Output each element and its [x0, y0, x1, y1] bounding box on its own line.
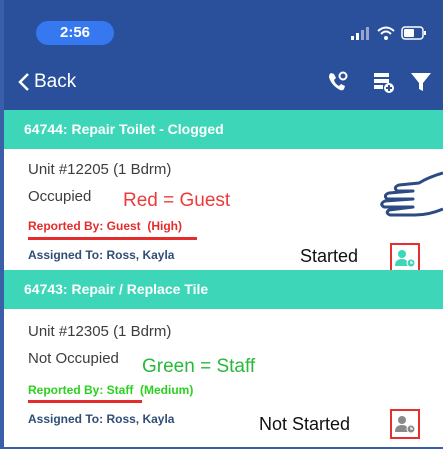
annotation-underline [28, 400, 142, 403]
filter-icon[interactable] [409, 70, 433, 94]
status-annotation: Started [300, 246, 359, 266]
annotation-text: Green = Staff [142, 356, 256, 377]
assigned-label: Assigned To: Ross, Kayla [28, 248, 175, 262]
hand-illustration [380, 171, 443, 217]
add-list-icon[interactable] [371, 70, 395, 94]
reported-by-label: Reported By: Guest (High) [28, 219, 182, 233]
annotation-underline [28, 237, 197, 240]
occupancy-label: Not Occupied [28, 350, 119, 367]
assigned-label: Assigned To: Ross, Kayla [28, 412, 175, 426]
status-annotation: Not Started [259, 414, 351, 434]
user-clock-icon [395, 250, 416, 268]
user-clock-icon [395, 416, 416, 434]
work-order-banner[interactable]: 64744: Repair Toilet - Clogged [4, 110, 443, 149]
unit-label: Unit #12205 (1 Bdrm) [28, 161, 172, 178]
priority-text: (Medium) [140, 383, 194, 397]
back-label: Back [34, 71, 77, 92]
annotation-text: Red = Guest [123, 190, 231, 211]
status-button[interactable] [390, 243, 420, 273]
battery-icon [401, 26, 426, 40]
unit-label: Unit #12305 (1 Bdrm) [28, 323, 172, 340]
work-order-card[interactable]: Unit #12205 (1 Bdrm) Occupied Red = Gues… [4, 149, 443, 273]
occupancy-label: Occupied [28, 188, 92, 205]
signal-icon [351, 27, 369, 40]
status-button[interactable] [390, 409, 420, 439]
status-icons [351, 26, 427, 40]
status-time: 2:56 [36, 21, 114, 45]
phone-settings-icon[interactable] [326, 70, 350, 94]
chevron-left-icon [18, 73, 29, 91]
work-order-banner[interactable]: 64743: Repair / Replace Tile [4, 270, 443, 309]
reported-by-text: Reported By: Staff [28, 383, 134, 397]
reported-by-label: Reported By: Staff (Medium) [28, 383, 193, 397]
app-screen: 2:56 Back 64744: Repair Toilet - Clogged… [0, 0, 443, 449]
priority-text: (High) [147, 219, 183, 233]
wifi-icon [377, 26, 395, 40]
work-order-card[interactable]: Unit #12305 (1 Bdrm) Not Occupied Green … [4, 309, 443, 447]
reported-by-text: Reported By: Guest [28, 219, 141, 233]
app-header: 2:56 Back [4, 0, 443, 110]
back-button[interactable]: Back [18, 71, 76, 93]
